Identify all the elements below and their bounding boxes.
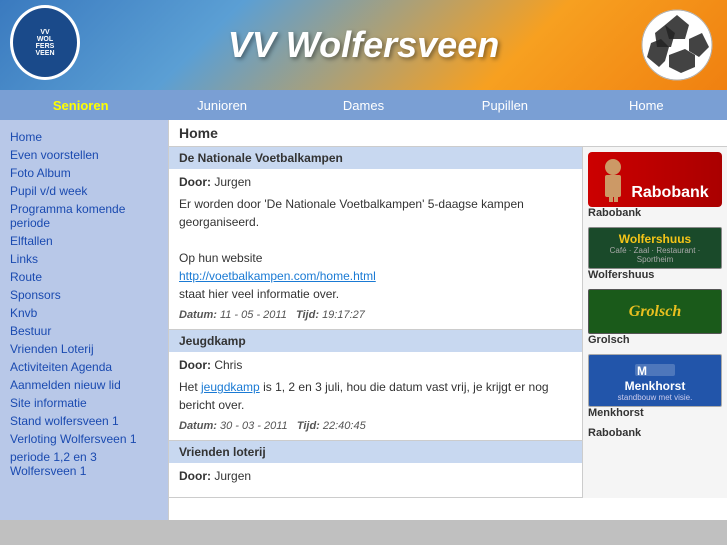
wolfershuus-banner[interactable]: Wolfershuus Café · Zaal · Restaurant · S… xyxy=(588,227,722,269)
article-2-by: Door: Chris xyxy=(179,358,572,372)
article-2-date: Datum: 30 - 03 - 2011 Tijd: 22:40:45 xyxy=(179,420,572,432)
nav-home[interactable]: Home xyxy=(576,93,717,118)
nav-senioren[interactable]: Senioren xyxy=(10,93,151,118)
site-title: VV Wolfersveen xyxy=(228,24,499,66)
page-title: Home xyxy=(169,120,727,147)
menkhorst-banner[interactable]: M Menkhorst standbouw met visie. xyxy=(588,354,722,407)
rabobank-banner[interactable]: Rabobank xyxy=(588,152,722,207)
sidebar-link-site[interactable]: Site informatie xyxy=(5,394,163,412)
ads-sidebar: Rabobank Rabobank Wolfershuus Café · Zaa… xyxy=(582,147,727,498)
sidebar-link-voorstellen[interactable]: Even voorstellen xyxy=(5,146,163,164)
nav-junioren[interactable]: Junioren xyxy=(151,93,292,118)
sidebar-link-route[interactable]: Route xyxy=(5,268,163,286)
sidebar: Home Even voorstellen Foto Album Pupil v… xyxy=(0,120,168,520)
ad-rabobank2-label: Rabobank xyxy=(588,427,722,439)
header: VVWOLFERSVEEN VV Wolfersveen xyxy=(0,0,727,90)
ad-menkhorst: M Menkhorst standbouw met visie. Menkhor… xyxy=(588,354,722,419)
main-layout: Home Even voorstellen Foto Album Pupil v… xyxy=(0,120,727,520)
sidebar-link-verloting[interactable]: Verloting Wolfersveen 1 xyxy=(5,430,163,448)
sidebar-link-activiteiten[interactable]: Activiteiten Agenda xyxy=(5,358,163,376)
sidebar-link-periode[interactable]: periode 1,2 en 3 Wolfersveen 1 xyxy=(5,448,163,480)
nav-pupillen[interactable]: Pupillen xyxy=(434,93,575,118)
ad-wolfershuus-label: Wolfershuus xyxy=(588,269,722,281)
ad-wolfershuus: Wolfershuus Café · Zaal · Restaurant · S… xyxy=(588,227,722,281)
article-3: Vrienden loterij Door: Jurgen xyxy=(169,441,582,498)
grolsch-banner[interactable]: Grolsch xyxy=(588,289,722,334)
article-3-title: Vrienden loterij xyxy=(169,441,582,463)
article-2-title: Jeugdkamp xyxy=(169,330,582,352)
club-logo: VVWOLFERSVEEN xyxy=(10,5,80,80)
ad-grolsch-label: Grolsch xyxy=(588,334,722,346)
sidebar-link-links[interactable]: Links xyxy=(5,250,163,268)
article-1-by: Door: Jurgen xyxy=(179,175,572,189)
article-1-link[interactable]: http://voetbalkampen.com/home.html xyxy=(179,269,376,283)
articles-list: De Nationale Voetbalkampen Door: Jurgen … xyxy=(169,147,582,498)
navbar: Senioren Junioren Dames Pupillen Home xyxy=(0,90,727,120)
nav-dames[interactable]: Dames xyxy=(293,93,434,118)
sidebar-link-loterij[interactable]: Vrienden Loterij xyxy=(5,340,163,358)
sidebar-link-sponsors[interactable]: Sponsors xyxy=(5,286,163,304)
article-2-text: Het jeugdkamp is 1, 2 en 3 juli, hou die… xyxy=(179,378,572,414)
article-3-by: Door: Jurgen xyxy=(179,469,572,483)
sidebar-link-programma[interactable]: Programma komende periode xyxy=(5,200,163,232)
article-1: De Nationale Voetbalkampen Door: Jurgen … xyxy=(169,147,582,330)
ad-grolsch: Grolsch Grolsch xyxy=(588,289,722,346)
ad-rabobank: Rabobank Rabobank xyxy=(588,152,722,219)
article-1-title: De Nationale Voetbalkampen xyxy=(169,147,582,169)
content-inner: De Nationale Voetbalkampen Door: Jurgen … xyxy=(169,147,727,498)
sidebar-link-stand[interactable]: Stand wolfersveen 1 xyxy=(5,412,163,430)
sidebar-link-knvb[interactable]: Knvb xyxy=(5,304,163,322)
ad-rabobank-label: Rabobank xyxy=(588,207,722,219)
article-2: Jeugdkamp Door: Chris Het jeugdkamp is 1… xyxy=(169,330,582,441)
ad-rabobank-2: Rabobank xyxy=(588,427,722,439)
content-area: Home De Nationale Voetbalkampen Door: Ju… xyxy=(168,120,727,520)
svg-text:M: M xyxy=(637,364,647,378)
sidebar-link-home[interactable]: Home xyxy=(5,128,163,146)
article-1-text: Er worden door 'De Nationale Voetbalkamp… xyxy=(179,195,572,303)
sidebar-link-elftallen[interactable]: Elftallen xyxy=(5,232,163,250)
article-1-date: Datum: 11 - 05 - 2011 Tijd: 19:17:27 xyxy=(179,309,572,321)
ad-menkhorst-label: Menkhorst xyxy=(588,407,722,419)
sidebar-link-fotoalbum[interactable]: Foto Album xyxy=(5,164,163,182)
sidebar-link-aanmelden[interactable]: Aanmelden nieuw lid xyxy=(5,376,163,394)
sidebar-link-bestuur[interactable]: Bestuur xyxy=(5,322,163,340)
article-2-highlight[interactable]: jeugdkamp xyxy=(201,380,260,394)
soccer-ball-icon xyxy=(637,5,717,85)
sidebar-link-pupil[interactable]: Pupil v/d week xyxy=(5,182,163,200)
